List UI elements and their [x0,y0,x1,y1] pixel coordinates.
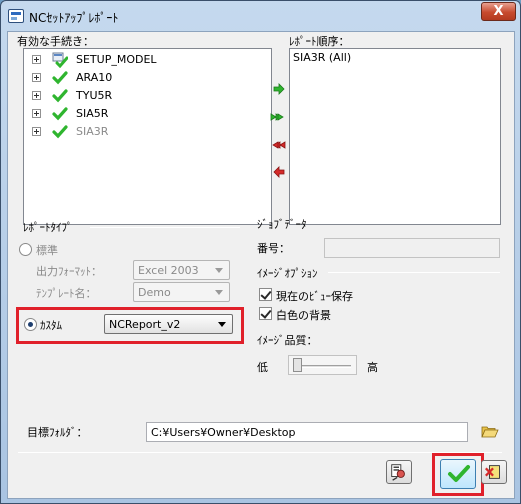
report-type-label: ﾚﾎﾟｰﾄﾀｲﾌﾟ [23,221,73,234]
remove-all-arrow-icon[interactable] [270,138,286,152]
check-icon [52,71,68,85]
add-arrow-icon[interactable] [271,82,287,96]
check-icon [52,125,68,139]
app-icon [8,9,24,23]
check-icon [52,107,68,121]
tree-item-label: TYU5R [76,89,113,102]
cancel-icon [485,465,500,479]
white-background-checkbox[interactable] [259,307,272,320]
template-name-select[interactable]: Demo [133,282,230,302]
divider [90,227,240,228]
slider-thumb[interactable] [293,358,302,372]
dialog-window: NCｾｯﾄｱｯﾌﾟﾚﾎﾟｰﾄ X 有効な手続き： SETUP_MODEL ARA [0,0,521,504]
slider-track [295,365,351,368]
target-folder-value: C:¥Users¥Owner¥Desktop [151,426,296,439]
target-folder-field[interactable]: C:¥Users¥Owner¥Desktop [146,422,468,442]
list-item[interactable]: SIA3R (All) [293,51,351,64]
check-icon [448,465,470,482]
tree-item[interactable]: TYU5R [24,88,271,104]
expand-icon[interactable] [32,91,41,100]
save-current-view-checkbox[interactable] [259,288,272,301]
divider [315,223,500,224]
standard-radio[interactable] [19,243,32,256]
expand-icon[interactable] [32,127,41,136]
template-name-label: ﾃﾝﾌﾟﾚｰﾄ名： [36,287,97,300]
dialog-body: 有効な手続き： SETUP_MODEL ARA10 TYU5R SIA5R SI… [7,31,515,499]
number-field[interactable] [324,238,500,258]
job-data-label: ｼﾞｮﾌﾞﾃﾞｰﾀ [257,218,307,231]
tree-item-label: ARA10 [76,71,113,84]
custom-radio-label: ｶｽﾀﾑ [40,319,62,332]
available-procedures-tree[interactable]: SETUP_MODEL ARA10 TYU5R SIA5R SIA3R [23,48,272,225]
preview-button[interactable] [386,460,412,484]
custom-radio[interactable] [24,318,37,331]
number-label: 番号： [257,242,290,255]
expand-icon[interactable] [32,109,41,118]
report-order-label: ﾚﾎﾟｰﾄ順序： [289,35,350,48]
report-order-list[interactable]: SIA3R (All) [289,48,501,225]
report-preview-icon [391,464,405,481]
save-current-view-label: 現在のﾋﾞｭｰ保存 [276,290,353,303]
image-quality-label: ｲﾒｰｼﾞ品質： [257,334,318,347]
tree-item[interactable]: SETUP_MODEL [24,52,271,68]
divider [328,272,500,273]
tree-item[interactable]: SIA3R [24,124,271,140]
expand-icon[interactable] [32,73,41,82]
quality-high-label: 高 [367,361,378,374]
expand-icon[interactable] [32,55,41,64]
white-background-label: 白色の背景 [276,309,331,322]
divider [18,452,502,453]
cancel-button[interactable] [481,460,507,484]
tree-item[interactable]: ARA10 [24,70,271,86]
close-button[interactable]: X [481,2,516,21]
tree-item[interactable]: SIA5R [24,106,271,122]
available-procedures-label: 有効な手続き： [17,35,94,48]
template-name-value: Demo [138,286,171,299]
quality-low-label: 低 [257,361,268,374]
tree-item-label: SIA5R [76,107,109,120]
custom-report-value: NCReport_v2 [109,318,181,331]
output-format-label: 出力ﾌｫｰﾏｯﾄ： [36,265,102,278]
setup-model-icon [52,52,68,68]
custom-report-select[interactable]: NCReport_v2 [104,314,233,334]
image-options-label: ｲﾒｰｼﾞｵﾌﾟｼｮﾝ [257,267,318,280]
remove-arrow-icon[interactable] [271,165,287,179]
output-format-select[interactable]: Excel 2003 [133,260,230,280]
output-format-value: Excel 2003 [138,264,199,277]
tree-item-label: SETUP_MODEL [76,53,157,66]
window-title: NCｾｯﾄｱｯﾌﾟﾚﾎﾟｰﾄ [29,11,119,25]
target-folder-label: 目標ﾌｫﾙﾀﾞ： [27,426,88,439]
image-quality-slider[interactable] [288,355,357,375]
title-bar[interactable]: NCｾｯﾄｱｯﾌﾟﾚﾎﾟｰﾄ X [1,1,520,31]
chevron-down-icon [215,290,223,295]
open-folder-icon[interactable] [481,425,499,439]
chevron-down-icon [218,322,226,327]
ok-button[interactable] [440,459,476,489]
check-icon [52,89,68,103]
add-all-arrow-icon[interactable] [270,110,286,124]
chevron-down-icon [215,268,223,273]
tree-item-label: SIA3R [76,125,109,138]
standard-radio-label: 標準 [36,244,58,257]
